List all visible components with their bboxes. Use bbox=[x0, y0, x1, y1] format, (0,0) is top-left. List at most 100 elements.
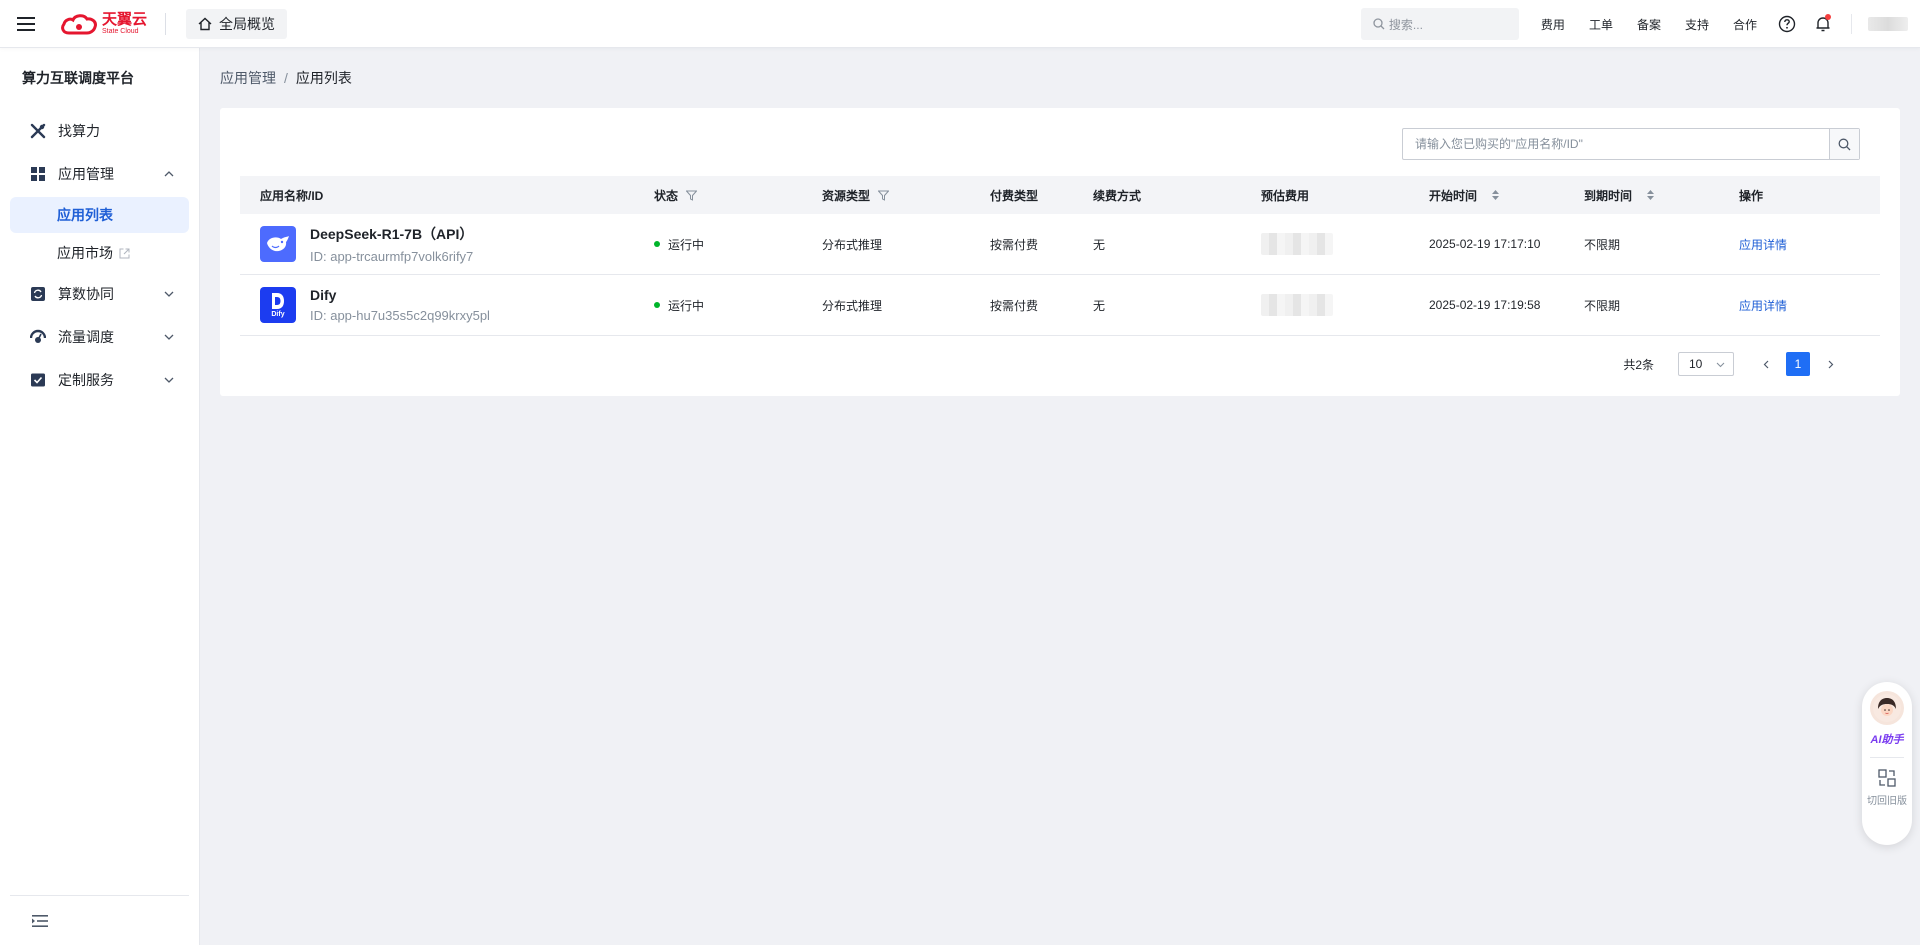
sidebar-subitem-label: 应用列表 bbox=[57, 207, 113, 223]
home-overview-label: 全局概览 bbox=[219, 15, 276, 32]
prev-page-button[interactable] bbox=[1754, 352, 1778, 376]
chevron-down-icon bbox=[1716, 362, 1725, 367]
top-link-cooperation[interactable]: 合作 bbox=[1733, 16, 1757, 33]
cell-pay: 按需付费 bbox=[970, 297, 1073, 314]
sort-icon[interactable] bbox=[1639, 190, 1655, 200]
cell-start: 2025-02-19 17:19:58 bbox=[1409, 298, 1564, 312]
sort-icon[interactable] bbox=[1484, 190, 1500, 200]
collapse-sidebar-icon[interactable] bbox=[32, 914, 48, 928]
notification-dot bbox=[1825, 14, 1831, 20]
status-dot bbox=[654, 302, 660, 308]
app-search-box bbox=[1402, 128, 1860, 160]
chevron-down-icon bbox=[164, 291, 174, 297]
col-actions: 操作 bbox=[1719, 187, 1880, 204]
ai-assistant-avatar-icon[interactable] bbox=[1870, 691, 1904, 725]
switch-version-icon[interactable] bbox=[1877, 768, 1897, 788]
app-search-input[interactable] bbox=[1403, 129, 1829, 159]
cell-renew: 无 bbox=[1073, 297, 1241, 314]
global-search-placeholder: 搜索... bbox=[1388, 17, 1423, 32]
col-status: 状态 bbox=[634, 187, 802, 204]
app-name: Dify bbox=[310, 287, 337, 303]
app-detail-link[interactable]: 应用详情 bbox=[1739, 236, 1787, 253]
breadcrumb: 应用管理 / 应用列表 bbox=[220, 68, 352, 88]
topbar-divider-right bbox=[1851, 14, 1852, 34]
cloud-logo-icon bbox=[61, 13, 97, 34]
chevron-down-icon bbox=[164, 377, 174, 383]
col-label: 开始时间 bbox=[1429, 188, 1478, 203]
chevron-left-icon bbox=[1763, 360, 1768, 368]
cell-action: 应用详情 bbox=[1719, 236, 1880, 253]
breadcrumb-separator: / bbox=[284, 70, 288, 86]
search-icon bbox=[1373, 18, 1385, 30]
app-list-card: 应用名称/ID 状态 资源类型 付费类型 续费方式 预估费用 开始时间 到期时间 bbox=[220, 108, 1900, 396]
cell-expire: 不限期 bbox=[1564, 297, 1719, 314]
resource-text: 分布式推理 bbox=[822, 237, 883, 252]
brand-logo[interactable]: 天翼云 State Cloud bbox=[52, 0, 147, 48]
cell-expire: 不限期 bbox=[1564, 236, 1719, 253]
filter-icon[interactable] bbox=[686, 190, 698, 201]
status-dot bbox=[654, 241, 660, 247]
home-overview-tab[interactable]: 全局概览 bbox=[186, 8, 288, 39]
top-link-filing[interactable]: 备案 bbox=[1637, 16, 1661, 33]
top-link-support[interactable]: 支持 bbox=[1685, 16, 1709, 33]
top-bar: 天翼云 State Cloud 全局概览 搜索... 费用 工单 备案 支持 合… bbox=[0, 0, 1920, 48]
sidebar-item-app-management[interactable]: 应用管理 bbox=[10, 154, 189, 194]
pay-text: 按需付费 bbox=[990, 298, 1039, 313]
user-account[interactable] bbox=[1868, 17, 1908, 31]
expire-text: 不限期 bbox=[1584, 237, 1621, 252]
compute-icon bbox=[30, 123, 46, 139]
col-label: 应用名称/ID bbox=[260, 188, 324, 203]
help-icon[interactable] bbox=[1769, 0, 1805, 48]
app-detail-link[interactable]: 应用详情 bbox=[1739, 297, 1787, 314]
renew-text: 无 bbox=[1093, 298, 1106, 313]
fee-redacted bbox=[1261, 294, 1333, 316]
expire-text: 不限期 bbox=[1584, 298, 1621, 313]
deepseek-logo-icon bbox=[260, 226, 296, 262]
top-link-ticket[interactable]: 工单 bbox=[1589, 16, 1613, 33]
float-divider bbox=[1870, 757, 1904, 758]
table-row: Dify Dify ID: app-hu7u35s5c2q99krxy5pl 运… bbox=[240, 275, 1880, 336]
dify-logo-text: Dify bbox=[271, 311, 285, 318]
page-size-select[interactable]: 10 bbox=[1678, 352, 1734, 376]
app-id: ID: app-hu7u35s5c2q99krxy5pl bbox=[310, 308, 490, 323]
renew-text: 无 bbox=[1093, 237, 1106, 252]
sync-icon bbox=[30, 286, 46, 302]
cell-renew: 无 bbox=[1073, 236, 1241, 253]
filter-icon[interactable] bbox=[878, 190, 890, 201]
global-search[interactable]: 搜索... bbox=[1360, 8, 1519, 40]
sidebar-subitem-app-market[interactable]: 应用市场 bbox=[10, 235, 189, 271]
sidebar-item-label: 找算力 bbox=[58, 123, 100, 139]
sidebar-subitem-app-list[interactable]: 应用列表 bbox=[10, 197, 189, 233]
dify-logo-icon: Dify bbox=[260, 287, 296, 323]
breadcrumb-parent[interactable]: 应用管理 bbox=[220, 68, 276, 88]
resource-text: 分布式推理 bbox=[822, 298, 883, 313]
top-link-billing[interactable]: 费用 bbox=[1541, 16, 1565, 33]
col-app-name: 应用名称/ID bbox=[240, 187, 634, 204]
switch-version-label[interactable]: 切回旧版 bbox=[1867, 792, 1907, 807]
cell-start: 2025-02-19 17:17:10 bbox=[1409, 237, 1564, 251]
page-number-current[interactable]: 1 bbox=[1786, 352, 1810, 376]
cell-app: Dify Dify ID: app-hu7u35s5c2q99krxy5pl bbox=[240, 287, 634, 323]
sidebar-footer bbox=[10, 895, 189, 945]
sidebar-subitem-label: 应用市场 bbox=[57, 245, 113, 261]
app-id: ID: app-trcaurmfp7volk6rify7 bbox=[310, 249, 474, 264]
menu-icon[interactable] bbox=[0, 0, 52, 48]
sidebar-item-traffic-scheduling[interactable]: 流量调度 bbox=[10, 317, 189, 357]
notification-bell-icon[interactable] bbox=[1805, 0, 1841, 48]
app-search-button[interactable] bbox=[1829, 129, 1859, 159]
sidebar-item-find-compute[interactable]: 找算力 bbox=[10, 111, 189, 151]
sidebar-item-compute-sync[interactable]: 算数协同 bbox=[10, 274, 189, 314]
sidebar-item-label: 定制服务 bbox=[58, 372, 114, 388]
chevron-right-icon bbox=[1828, 360, 1833, 368]
col-label: 到期时间 bbox=[1584, 188, 1633, 203]
sidebar-item-custom-service[interactable]: 定制服务 bbox=[10, 360, 189, 400]
cell-fee bbox=[1241, 294, 1409, 316]
next-page-button[interactable] bbox=[1818, 352, 1842, 376]
cell-action: 应用详情 bbox=[1719, 297, 1880, 314]
check-box-icon bbox=[30, 372, 46, 388]
chevron-up-icon bbox=[164, 171, 174, 177]
col-label: 付费类型 bbox=[990, 188, 1039, 203]
ai-assistant-label[interactable]: AI助手 bbox=[1871, 731, 1904, 747]
topbar-divider bbox=[165, 12, 167, 35]
pagination-total: 共2条 bbox=[1623, 357, 1654, 372]
